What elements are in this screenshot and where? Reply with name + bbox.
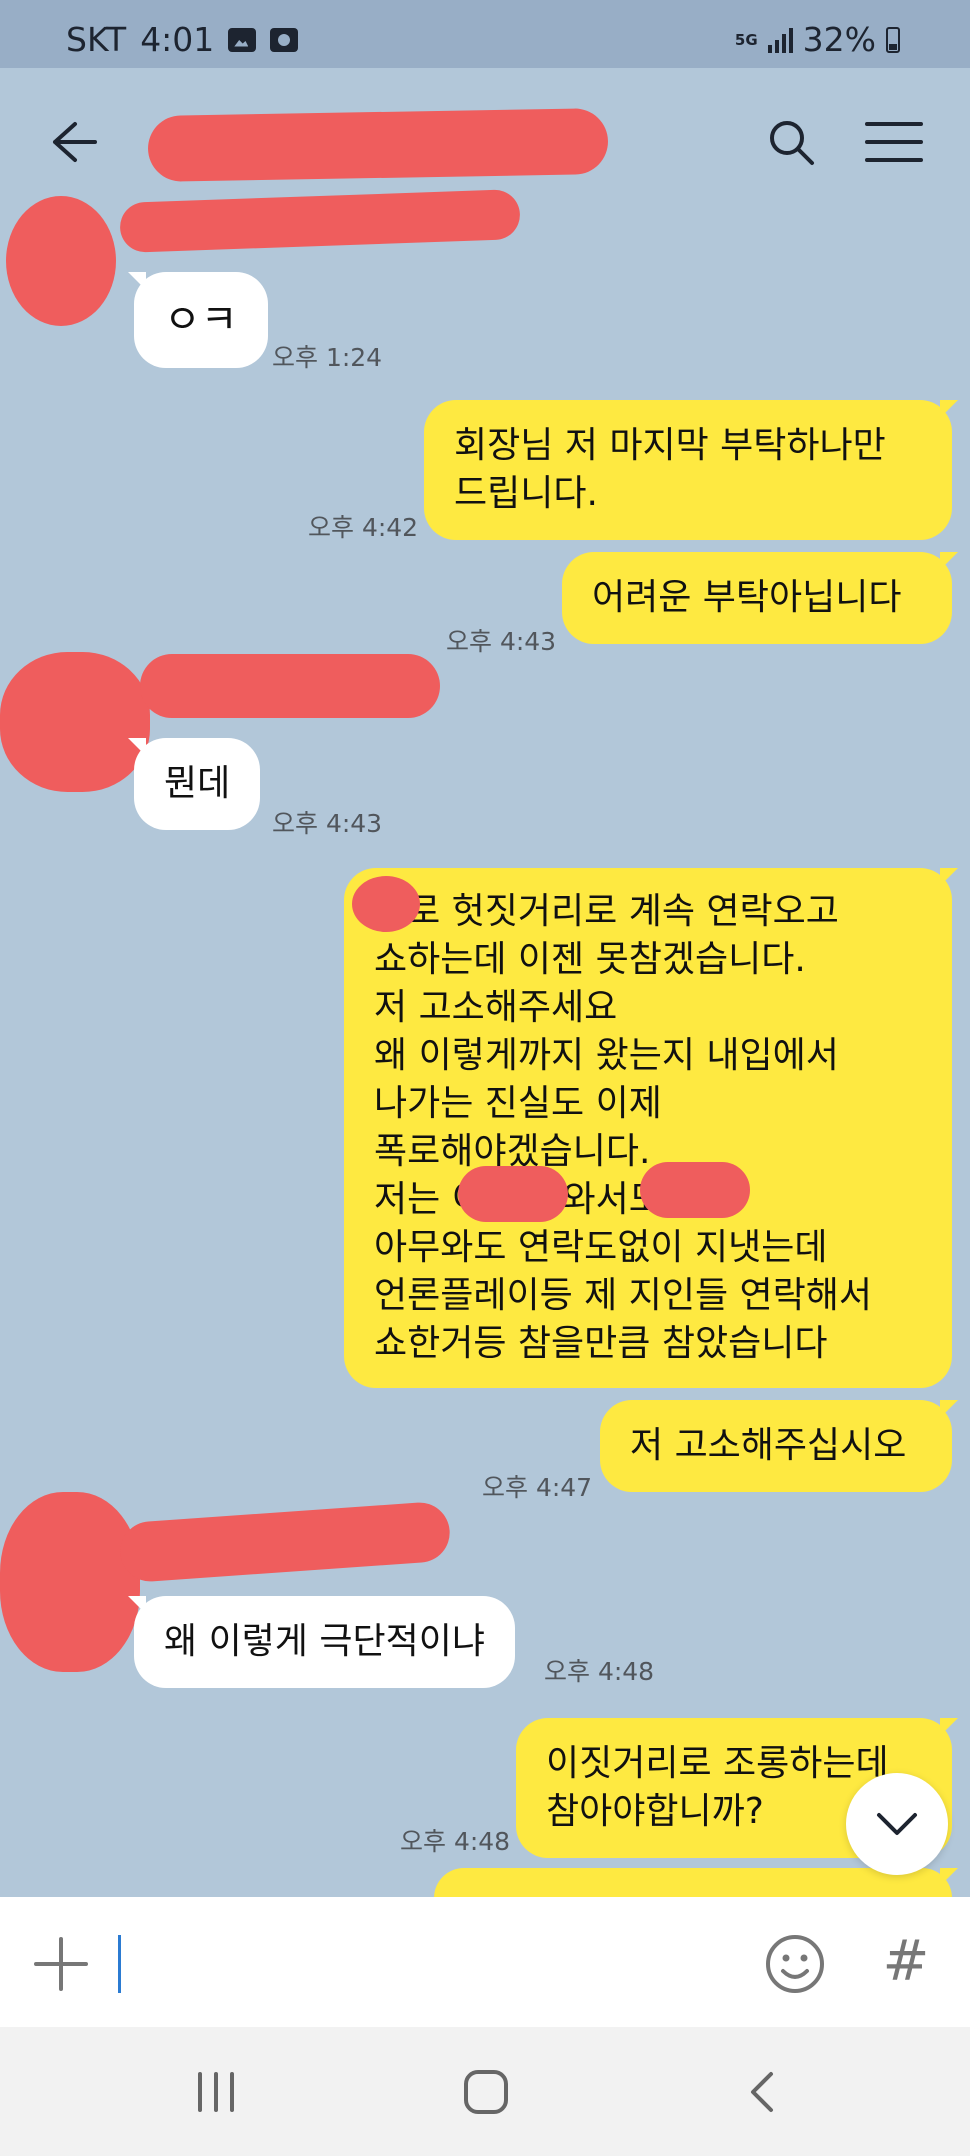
message-time: 오후 4:42: [308, 513, 419, 542]
image-icon: [228, 27, 257, 52]
scroll-to-bottom-button[interactable]: [846, 1773, 948, 1875]
redacted-text: [640, 1162, 750, 1218]
carrier-label: SKT: [66, 20, 127, 59]
message-time: 오후 4:43: [446, 627, 557, 656]
message-bubble-outgoing[interactable]: 프로 헛짓거리로 계속 연락오고 쇼하는데 이젠 못참겠습니다. 저 고소해주세…: [344, 868, 952, 1388]
network-badge: 5G: [734, 30, 758, 49]
message-time: 오후 1:24: [272, 343, 383, 372]
record-icon: [270, 27, 299, 52]
redacted-sender-name: [140, 654, 440, 718]
back-nav-button[interactable]: [732, 2069, 792, 2115]
message-time: 오후 4:48: [544, 1657, 655, 1686]
system-nav-bar: [0, 2027, 970, 2156]
back-arrow-icon: [53, 122, 97, 162]
hashtag-button[interactable]: #: [876, 1927, 936, 1997]
message-input-bar: #: [0, 1897, 970, 2027]
menu-icon: [865, 122, 923, 162]
attach-button[interactable]: [32, 1935, 90, 1993]
text-caret: [118, 1935, 121, 1993]
battery-icon: [886, 26, 900, 53]
status-bar: SKT 4:01 5G 32%: [0, 0, 970, 68]
redacted-avatar: [0, 652, 150, 792]
message-bubble-outgoing[interactable]: 저 고소해주십시오: [600, 1400, 952, 1492]
search-button[interactable]: [756, 112, 826, 172]
clock: 4:01: [140, 20, 215, 59]
message-bubble-incoming[interactable]: 뭔데: [134, 738, 261, 830]
chevron-down-icon: [877, 1813, 917, 1835]
redacted-avatar: [0, 1492, 140, 1672]
home-button[interactable]: [456, 2069, 516, 2115]
message-bubble-incoming[interactable]: ㅇㅋ: [134, 272, 268, 368]
emoji-icon: [766, 1935, 824, 1993]
message-time: 오후 4:47: [482, 1473, 593, 1502]
message-time: 오후 4:43: [272, 809, 383, 838]
emoji-button[interactable]: [764, 1933, 826, 1995]
signal-icon: [767, 27, 793, 53]
message-time: 오후 4:48: [400, 1827, 511, 1856]
message-input[interactable]: [130, 1927, 734, 1999]
redacted-avatar: [6, 196, 116, 326]
recent-apps-button[interactable]: [186, 2069, 246, 2115]
redacted-text: [352, 876, 420, 932]
message-bubble-incoming[interactable]: 왜 이렇게 극단적이냐: [134, 1596, 515, 1688]
recent-apps-icon: [198, 2072, 234, 2112]
search-icon: [770, 121, 814, 165]
back-icon: [751, 2072, 773, 2112]
message-bubble-outgoing[interactable]: 어려운 부탁아닙니다: [562, 552, 952, 644]
home-icon: [464, 2070, 508, 2114]
plus-icon: [34, 1937, 88, 1991]
redacted-title: [147, 107, 609, 183]
redacted-sender-name: [118, 1500, 452, 1584]
battery-percent: 32%: [802, 20, 876, 59]
back-button[interactable]: [40, 112, 110, 172]
redacted-text: [458, 1166, 568, 1222]
menu-button[interactable]: [858, 112, 930, 172]
message-bubble-outgoing[interactable]: 회장님 저 마지막 부탁하나만 드립니다.: [424, 400, 952, 540]
